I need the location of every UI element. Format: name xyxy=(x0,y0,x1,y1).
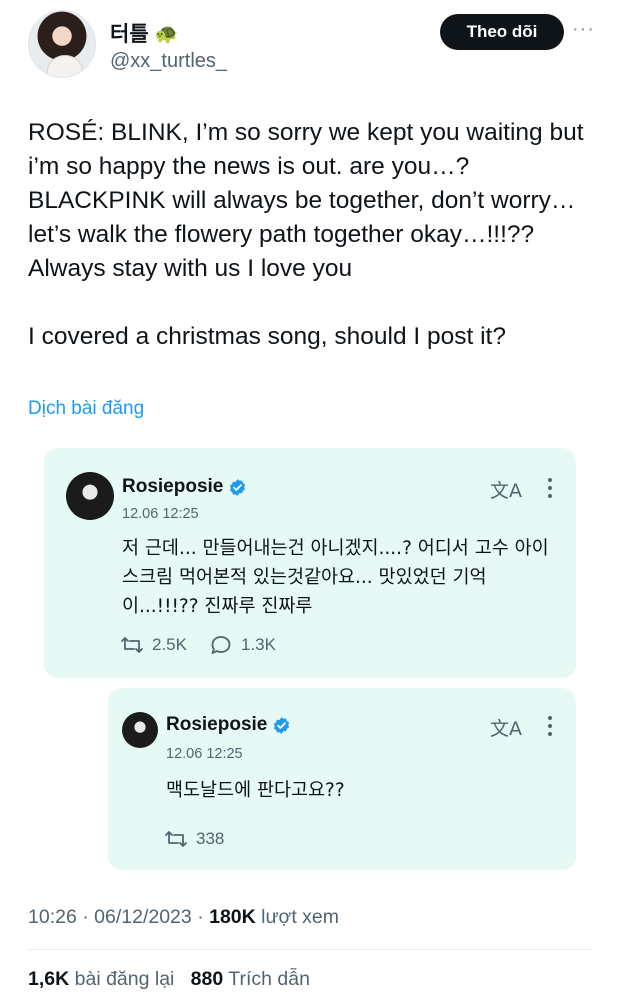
quote-text: 저 근데... 만들어내는건 아니겠지....? 어디서 고수 아이스크림 먹어… xyxy=(122,538,549,617)
quote-more-icon[interactable] xyxy=(547,478,553,498)
repost-icon[interactable] xyxy=(164,828,188,850)
repost-icon[interactable] xyxy=(120,634,144,656)
post-meta: 10:26 · 06/12/2023 · 180K lượt xem xyxy=(28,906,339,929)
translate-icon[interactable]: 文A xyxy=(490,714,522,741)
views-count: 180K xyxy=(209,906,256,928)
quote-avatar[interactable] xyxy=(66,472,114,520)
post-time[interactable]: 10:26 xyxy=(28,906,77,928)
quote-timestamp: 12.06 12:25 xyxy=(122,506,199,522)
quote-author-row: Rosieposie xyxy=(122,476,247,498)
quote-text: 맥도날드에 판다고요?? xyxy=(166,780,345,801)
translate-icon[interactable]: 文A xyxy=(490,476,522,503)
quote-avatar[interactable] xyxy=(122,712,158,748)
author-handle[interactable]: @xx_turtles_ xyxy=(110,50,227,73)
reply-icon[interactable] xyxy=(209,634,233,656)
tweet-body: ROSÉ: BLINK, I’m so sorry we kept you wa… xyxy=(28,116,588,354)
views-label: lượt xem xyxy=(261,906,340,928)
author-name-row: 터틀 🐢 xyxy=(110,18,178,48)
tweet-header: 터틀 🐢 @xx_turtles_ Theo dõi ··· xyxy=(28,10,595,78)
tweet-paragraph: I covered a christmas song, should I pos… xyxy=(28,323,506,350)
engagement-row: 1,6K bài đăng lại 880 Trích dẫn xyxy=(28,968,310,991)
post-date[interactable]: 06/12/2023 xyxy=(94,906,192,928)
verified-badge-icon xyxy=(230,478,246,496)
author-display-name[interactable]: 터틀 xyxy=(110,18,149,48)
quote-repost-count: 2.5K xyxy=(152,635,187,654)
meta-separator: · xyxy=(197,906,210,928)
turtle-emoji-icon: 🐢 xyxy=(154,22,179,45)
translate-post-link[interactable]: Dịch bài đăng xyxy=(28,398,144,420)
quote-author-name[interactable]: Rosieposie xyxy=(166,714,267,736)
tweet-paragraph: ROSÉ: BLINK, I’m so sorry we kept you wa… xyxy=(28,119,584,282)
meta-separator: · xyxy=(82,906,95,928)
quotes-count[interactable]: 880 xyxy=(191,968,224,990)
follow-button[interactable]: Theo dõi xyxy=(440,14,564,50)
quote-stats: 338 xyxy=(164,828,224,850)
quote-repost-count: 338 xyxy=(196,829,225,848)
author-avatar[interactable] xyxy=(28,10,96,78)
verified-badge-icon xyxy=(274,716,290,734)
embedded-post-reply[interactable]: Rosieposie 12.06 12:25 文A 맥도날드에 판다고요?? 3… xyxy=(108,688,576,870)
quote-timestamp: 12.06 12:25 xyxy=(166,746,243,762)
quote-more-icon[interactable] xyxy=(547,716,553,736)
reposts-label[interactable]: bài đăng lại xyxy=(75,968,175,990)
divider xyxy=(28,949,592,950)
quote-author-name[interactable]: Rosieposie xyxy=(122,476,223,498)
quote-reply-count: 1.3K xyxy=(240,635,276,654)
quotes-label[interactable]: Trích dẫn xyxy=(228,968,310,990)
reposts-count[interactable]: 1,6K xyxy=(28,968,69,990)
quote-author-row: Rosieposie xyxy=(166,714,291,736)
quote-stats: 2.5K 1.3K xyxy=(120,634,276,656)
embedded-post[interactable]: Rosieposie 12.06 12:25 文A 저 근데... 만들어내는건… xyxy=(44,448,576,678)
more-options-icon[interactable]: ··· xyxy=(572,18,595,41)
